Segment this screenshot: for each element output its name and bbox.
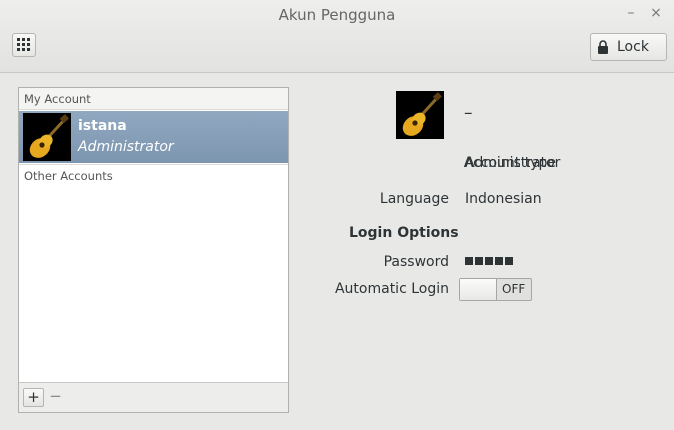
guitar-icon <box>23 113 71 161</box>
language-value[interactable]: Indonesian <box>465 191 542 207</box>
account-name: istana <box>78 118 127 134</box>
title-bar: Akun Pengguna – × Lock <box>0 0 674 73</box>
password-label: Password <box>383 254 449 270</box>
lock-button-label: Lock <box>617 39 649 55</box>
minimize-button[interactable]: – <box>622 4 640 22</box>
add-account-button[interactable]: + <box>23 388 44 407</box>
close-button[interactable]: × <box>647 4 665 22</box>
automatic-login-switch[interactable]: OFF <box>459 278 532 301</box>
automatic-login-label: Automatic Login <box>334 281 449 297</box>
user-accounts-window: Akun Pengguna – × Lock My Account istana… <box>0 0 674 430</box>
full-name-field[interactable]: – <box>464 103 473 123</box>
language-label: Language <box>379 191 449 207</box>
lock-button[interactable]: Lock <box>590 33 667 61</box>
switch-knob <box>460 279 497 300</box>
account-list-toolbar: + − <box>19 382 288 412</box>
window-title: Akun Pengguna <box>278 6 396 24</box>
other-accounts-header: Other Accounts <box>19 164 288 186</box>
account-list-panel: My Account istana Administrator Other Ac… <box>18 87 289 413</box>
login-options-heading: Login Options <box>349 225 459 241</box>
my-account-header: My Account <box>19 88 288 110</box>
switch-state: OFF <box>502 282 526 296</box>
apps-grid-button[interactable] <box>12 33 36 57</box>
account-row-istana[interactable]: istana Administrator <box>19 111 288 163</box>
user-avatar-button[interactable] <box>396 91 444 139</box>
account-role: Administrator <box>78 139 174 155</box>
padlock-icon <box>598 40 608 54</box>
grid-icon <box>17 38 30 51</box>
remove-account-button[interactable]: − <box>45 388 66 407</box>
password-value[interactable] <box>465 257 513 265</box>
account-type-value[interactable]: Administrator <box>465 155 560 171</box>
